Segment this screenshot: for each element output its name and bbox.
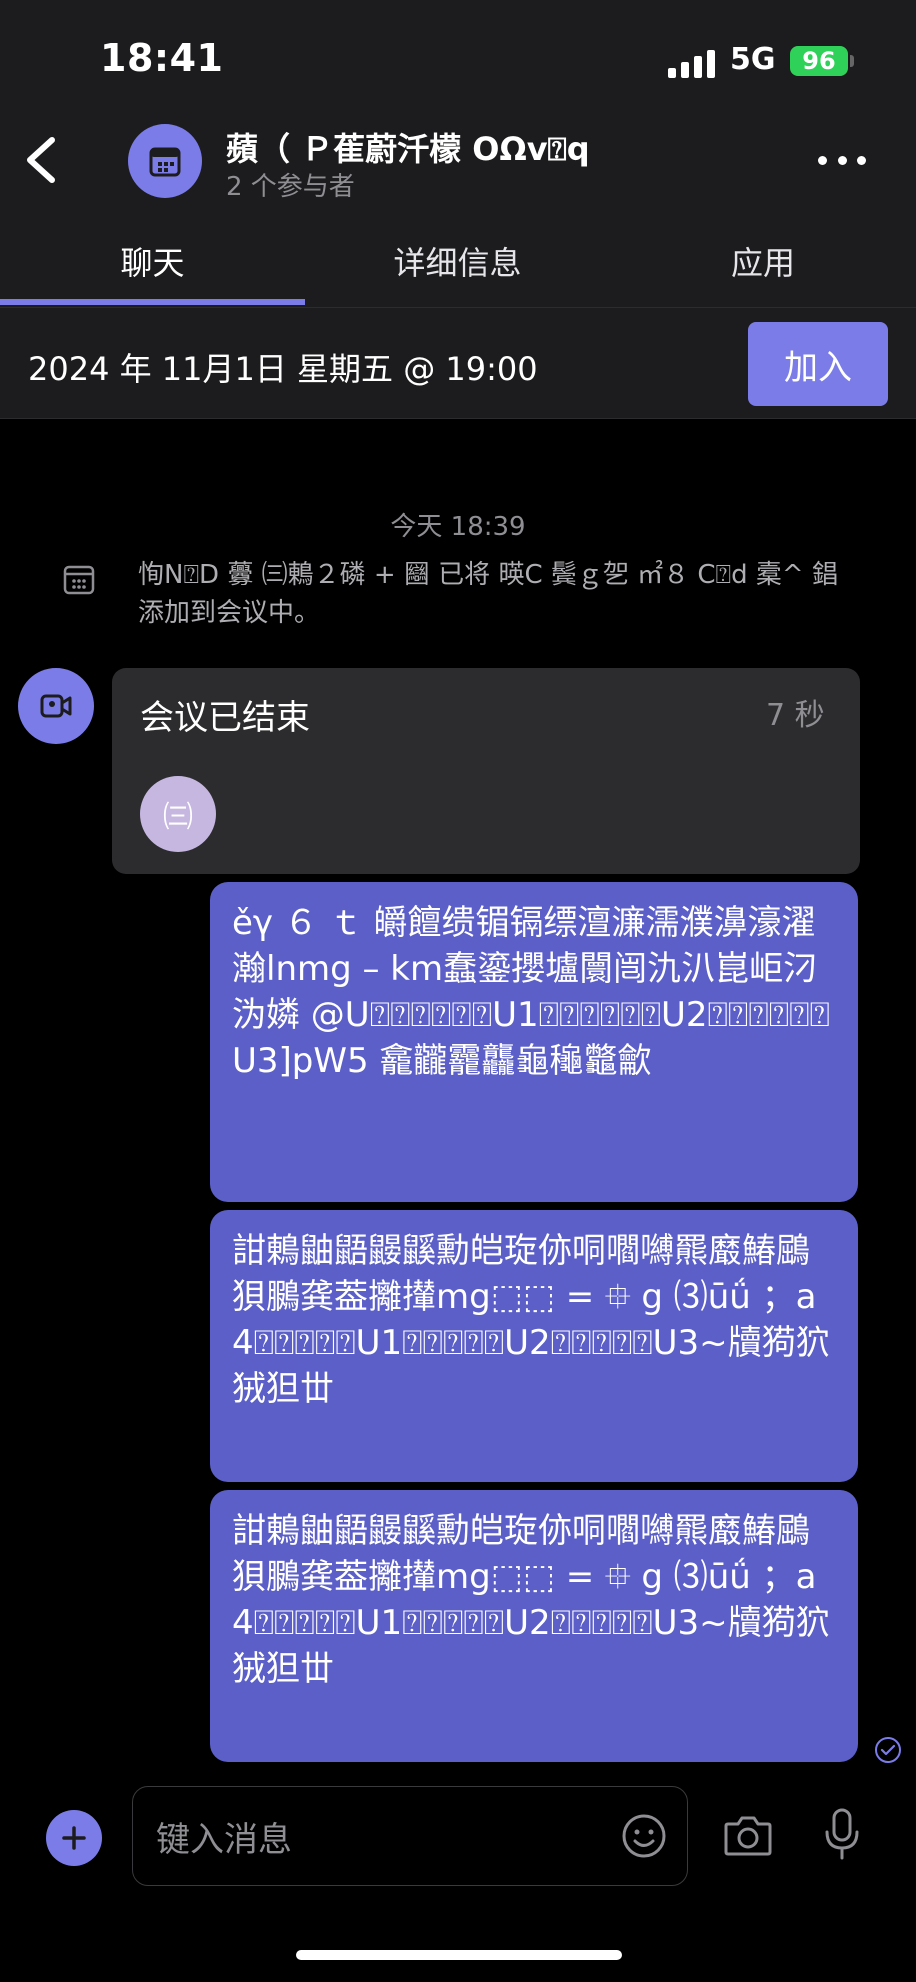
camera-icon[interactable] <box>722 1812 774 1858</box>
calendar-icon <box>62 562 96 596</box>
plus-icon <box>62 1826 86 1850</box>
meeting-date: 2024 年 11月1日 星期五 @ 19:00 <box>28 350 538 388</box>
meeting-avatar[interactable] <box>128 124 202 198</box>
tab-apps[interactable]: 应用 <box>610 215 916 307</box>
call-duration: 7 秒 <box>766 698 825 733</box>
add-attachment-button[interactable] <box>46 1810 102 1866</box>
calendar-icon <box>149 147 181 177</box>
chevron-left-icon <box>27 137 55 183</box>
message-bubble[interactable]: 詌鶇鼬鼯鼹鼷勳皑琁㑊哃嚪嚩羆黀鰆鶌狽鵩龚葢攡攆mg⬚⬚ = ⯐ g ⑶ūǘ ；a… <box>210 1210 858 1482</box>
message-bubble[interactable]: ěγ ６ ｔ 皭饘缋镅镉缥澶濂濡濮濞濠濯瀚lnmg – km蠢鎏攖壚闤闿氿汃崑岠… <box>210 882 858 1202</box>
tab-details[interactable]: 详细信息 <box>305 215 610 307</box>
participant-count: 2 个参与者 <box>226 172 355 202</box>
join-button[interactable]: 加入 <box>748 322 888 406</box>
emoji-icon[interactable] <box>620 1812 668 1860</box>
video-call-icon <box>40 694 72 718</box>
back-button[interactable] <box>18 130 66 190</box>
signal-icon <box>668 46 716 78</box>
battery-tip <box>850 55 854 67</box>
microphone-icon[interactable] <box>822 1806 862 1862</box>
battery-icon: 96 <box>790 46 848 76</box>
system-message: 恂N⍰D 虋 ㈢鶇２磷 + 圝 已将 暎C 鬓ｇ乫 ㎡８ C⍰d 槖^ 錩 添加… <box>138 560 838 628</box>
message-bubble[interactable]: 詌鶇鼬鼯鼹鼷勳皑琁㑊哃嚪嚩羆黀鰆鶌狽鵩龚葢攡攆mg⬚⬚ = ⯐ g ⑶ūǘ ；a… <box>210 1490 858 1762</box>
tab-chat[interactable]: 聊天 <box>0 215 305 307</box>
active-tab-indicator <box>0 299 305 305</box>
status-time: 18:41 <box>100 36 224 80</box>
message-input-placeholder: 键入消息 <box>156 1820 292 1860</box>
participant-avatar[interactable]: ㈢ <box>140 776 216 852</box>
call-avatar <box>18 668 94 744</box>
more-options-icon[interactable] <box>818 140 866 180</box>
day-separator: 今天 18:39 <box>390 512 526 542</box>
read-receipt-icon <box>874 1736 902 1764</box>
tab-bar: 聊天 详细信息 应用 <box>0 215 916 308</box>
network-label: 5G <box>730 42 776 77</box>
chat-title[interactable]: 蘋（ Ｐ萑蔚汘檬 OΩv⍰q <box>226 124 590 170</box>
home-indicator[interactable] <box>296 1950 622 1960</box>
call-ended-title: 会议已结束 <box>140 698 310 738</box>
